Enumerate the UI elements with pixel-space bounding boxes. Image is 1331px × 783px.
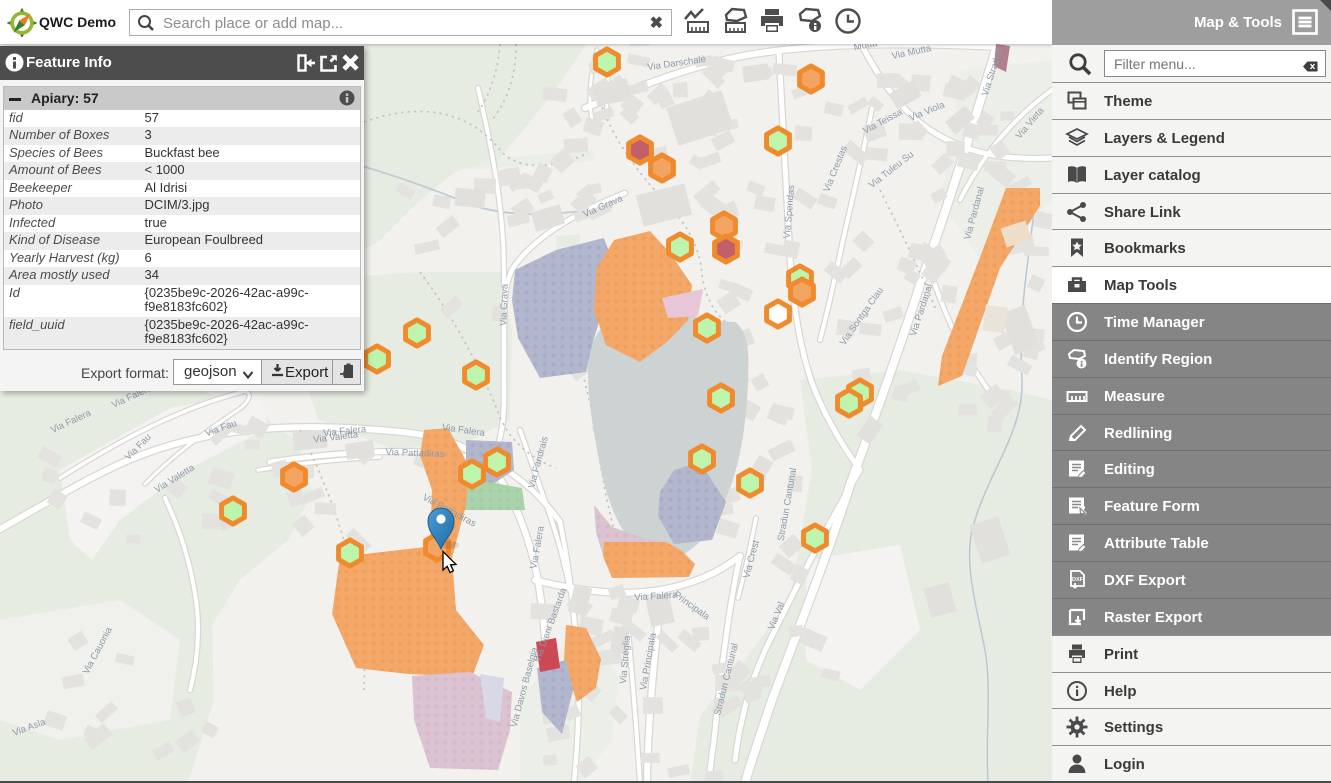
svg-text:Via Grava: Via Grava [498, 283, 510, 326]
svg-text:DXF: DXF [1072, 577, 1084, 583]
svg-text:Via Pattadiras: Via Pattadiras [385, 447, 445, 460]
